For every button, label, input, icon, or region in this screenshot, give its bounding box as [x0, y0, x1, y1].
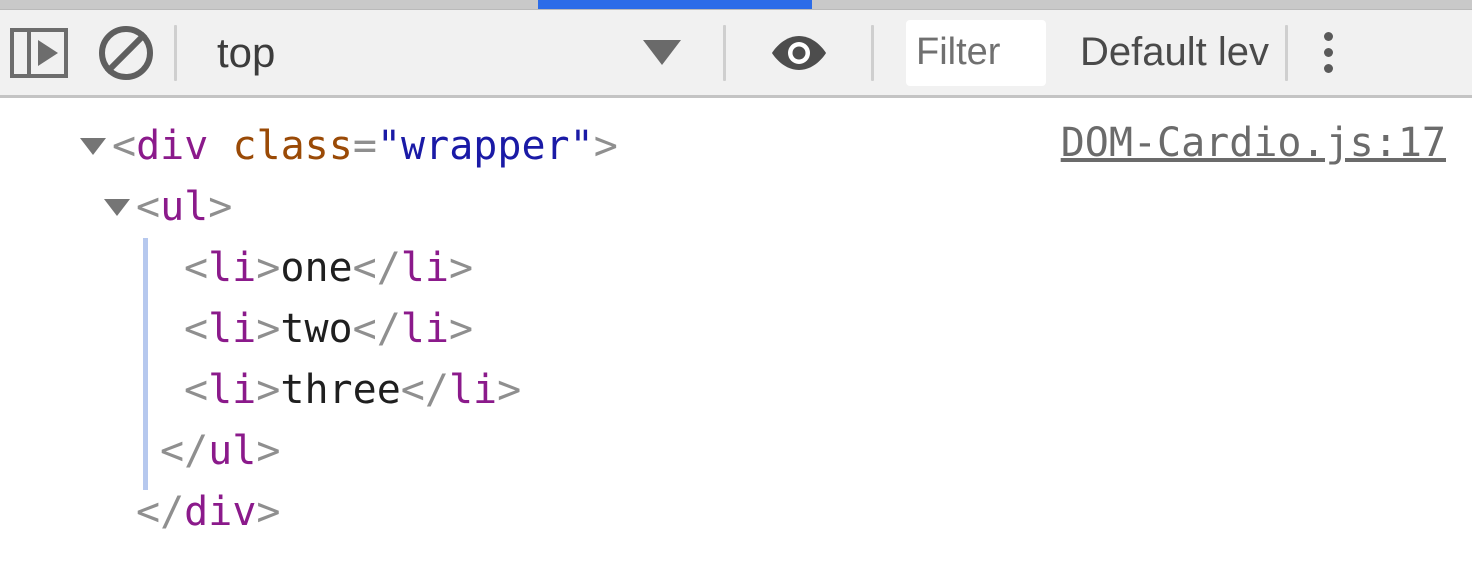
code-token-tagname: li	[208, 306, 257, 352]
code-token-punct: >	[448, 306, 474, 352]
eye-icon	[768, 33, 830, 73]
dom-tree-line[interactable]: </div >	[0, 482, 618, 543]
code-token-punct: >	[448, 245, 474, 291]
disclosure-triangle-icon[interactable]	[104, 199, 130, 216]
code-token-punct: >	[208, 184, 233, 230]
code-token-textnode: three	[280, 367, 401, 413]
code-token-punct: </	[160, 428, 209, 474]
filter-input[interactable]	[906, 19, 1046, 86]
code-token-punct: <	[184, 367, 209, 413]
code-token-punct: </	[400, 367, 449, 413]
disclosure-triangle-icon[interactable]	[80, 138, 106, 155]
code-token-attrname: class	[232, 123, 353, 169]
code-token-punct: <	[184, 306, 209, 352]
code-token-tagname: li	[208, 245, 257, 291]
active-tab-indicator	[538, 0, 812, 9]
log-level-label: Default lev	[1080, 30, 1269, 74]
code-token-tagname: ul	[160, 184, 209, 230]
code-token-attrvalue: "wrapper"	[376, 123, 594, 169]
code-token-punct: >	[256, 306, 281, 352]
chevron-down-icon	[643, 40, 681, 65]
sidebar-toggle-button[interactable]	[0, 10, 78, 95]
code-token-punct: >	[256, 245, 281, 291]
toolbar-divider	[871, 24, 874, 81]
clear-console-icon	[99, 25, 153, 80]
code-token-punct: >	[497, 367, 522, 413]
code-token-tagname: div	[136, 123, 209, 169]
code-token-punct: =	[352, 123, 377, 169]
dom-tree-line[interactable]: < div class = "wrapper" >	[0, 116, 618, 177]
code-token-tagname: li	[400, 245, 449, 291]
code-token-punct: <	[184, 245, 209, 291]
dom-tree-line[interactable]: < li > three </li >	[0, 360, 618, 421]
code-token-punct: >	[256, 489, 281, 535]
code-token-tagname: li	[400, 306, 449, 352]
clear-console-button[interactable]	[78, 10, 174, 95]
dom-tree-output: < div class = "wrapper" > < ul > < li > one </li > < li…	[0, 116, 618, 543]
console-toolbar: top Default lev	[0, 10, 1472, 98]
code-token-textnode: one	[280, 245, 353, 291]
code-token-punct: >	[256, 367, 281, 413]
dom-tree-line[interactable]: </ul >	[0, 421, 618, 482]
toolbar-divider	[1284, 24, 1288, 81]
code-token-punct	[208, 116, 232, 177]
code-token-punct: </	[136, 489, 185, 535]
console-log-entry[interactable]: < div class = "wrapper" > < ul > < li > one </li > < li…	[0, 98, 1472, 566]
code-token-punct: <	[136, 184, 161, 230]
code-token-textnode: two	[280, 306, 353, 352]
code-token-punct: >	[256, 428, 281, 474]
kebab-menu-icon	[1323, 32, 1334, 73]
code-token-tagname: div	[184, 489, 257, 535]
console-output-area: < div class = "wrapper" > < ul > < li > one </li > < li…	[0, 98, 1472, 566]
dom-tree-line[interactable]: < li > one </li >	[0, 238, 618, 299]
execution-context-selector[interactable]: top	[177, 10, 723, 95]
dom-tree-line[interactable]: < ul >	[0, 177, 618, 238]
code-token-punct: >	[593, 123, 618, 169]
console-settings-button[interactable]	[1318, 10, 1340, 95]
code-token-tagname: li	[208, 367, 257, 413]
live-expression-button[interactable]	[726, 10, 871, 95]
sidebar-toggle-icon	[10, 27, 68, 78]
code-token-punct: <	[112, 123, 137, 169]
code-token-tagname: li	[448, 367, 498, 413]
code-token-punct: </	[352, 245, 401, 291]
dom-tree-line[interactable]: < li > two </li >	[0, 299, 618, 360]
code-token-punct: </	[352, 306, 401, 352]
source-location-link[interactable]: DOM-Cardio.js:17	[1061, 120, 1446, 166]
code-token-tagname: ul	[208, 428, 257, 474]
log-level-selector[interactable]: Default lev	[1080, 10, 1269, 95]
execution-context-label: top	[217, 28, 276, 76]
